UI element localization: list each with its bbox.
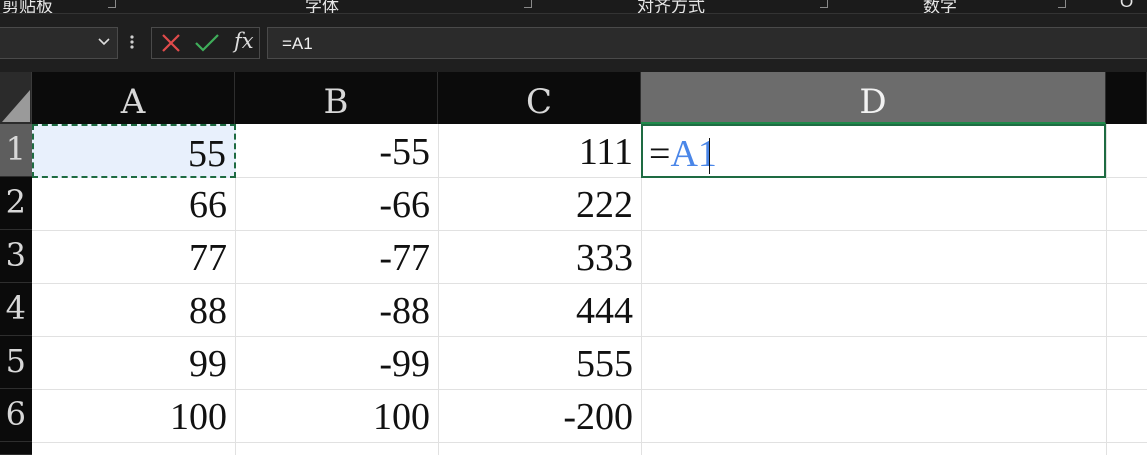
cell-b6[interactable]: 100 bbox=[235, 389, 438, 441]
ribbon-group-clipboard[interactable]: 剪贴板 bbox=[2, 0, 53, 13]
row-header-4[interactable]: 4 bbox=[0, 283, 32, 336]
select-all-corner[interactable] bbox=[0, 72, 32, 124]
row-header-1[interactable]: 1 bbox=[0, 124, 32, 177]
number-launcher-icon[interactable] bbox=[1058, 0, 1066, 8]
cell-a5[interactable]: 99 bbox=[32, 336, 235, 388]
ribbon-group-other[interactable]: O bbox=[1120, 0, 1133, 12]
enter-check-icon[interactable] bbox=[194, 32, 220, 59]
cell-c5[interactable]: 555 bbox=[438, 336, 641, 388]
cancel-x-icon[interactable] bbox=[160, 32, 182, 59]
cell-b1[interactable]: -55 bbox=[235, 124, 438, 176]
row-header-2[interactable]: 2 bbox=[0, 177, 32, 230]
cell-c1[interactable]: 111 bbox=[438, 124, 641, 176]
cell-a1[interactable]: 55 bbox=[32, 124, 236, 178]
cell-c2[interactable]: 222 bbox=[438, 177, 641, 229]
cell-a6[interactable]: 100 bbox=[32, 389, 235, 441]
cell-a4[interactable]: 88 bbox=[32, 283, 235, 335]
row-header-7[interactable] bbox=[0, 442, 32, 455]
cell-a3[interactable]: 77 bbox=[32, 230, 235, 282]
column-header-c[interactable]: C bbox=[438, 72, 641, 124]
formula-buttons: fx bbox=[151, 27, 260, 59]
column-header-a[interactable]: A bbox=[32, 72, 235, 124]
insert-function-button[interactable]: fx bbox=[234, 29, 254, 53]
cell-b3[interactable]: -77 bbox=[235, 230, 438, 282]
worksheet-grid[interactable]: 55 -55 111 =A1 66 -66 222 77 -77 333 88 … bbox=[32, 124, 1147, 455]
text-cursor bbox=[709, 138, 710, 174]
cell-d1-active[interactable]: =A1 bbox=[641, 124, 1106, 178]
font-launcher-icon[interactable] bbox=[524, 0, 532, 8]
column-header-d[interactable]: D bbox=[641, 72, 1106, 124]
formula-input[interactable]: =A1 bbox=[267, 27, 1147, 59]
clipboard-launcher-icon[interactable] bbox=[108, 0, 116, 8]
formula-bar: fx =A1 bbox=[0, 14, 1147, 72]
ribbon-group-alignment[interactable]: 对齐方式 bbox=[637, 0, 705, 13]
row-header-3[interactable]: 3 bbox=[0, 230, 32, 283]
cell-c4[interactable]: 444 bbox=[438, 283, 641, 335]
chevron-down-icon[interactable] bbox=[97, 34, 111, 53]
cell-c3[interactable]: 333 bbox=[438, 230, 641, 282]
more-options-icon[interactable] bbox=[129, 32, 135, 56]
formula-edit-text: =A1 bbox=[649, 133, 717, 175]
cell-b5[interactable]: -99 bbox=[235, 336, 438, 388]
cell-b4[interactable]: -88 bbox=[235, 283, 438, 335]
ribbon: 剪贴板 字体 对齐方式 数字 O bbox=[0, 0, 1147, 14]
ribbon-group-number[interactable]: 数字 bbox=[923, 0, 957, 13]
cell-c6[interactable]: -200 bbox=[438, 389, 641, 441]
cell-b2[interactable]: -66 bbox=[235, 177, 438, 229]
column-header-e[interactable] bbox=[1106, 72, 1147, 124]
ribbon-group-font[interactable]: 字体 bbox=[305, 0, 339, 13]
row-header-5[interactable]: 5 bbox=[0, 336, 32, 389]
column-header-b[interactable]: B bbox=[235, 72, 438, 124]
cell-a2[interactable]: 66 bbox=[32, 177, 235, 229]
name-box[interactable] bbox=[0, 27, 118, 59]
formula-text: =A1 bbox=[282, 34, 313, 53]
row-header-6[interactable]: 6 bbox=[0, 389, 32, 442]
alignment-launcher-icon[interactable] bbox=[820, 0, 828, 8]
